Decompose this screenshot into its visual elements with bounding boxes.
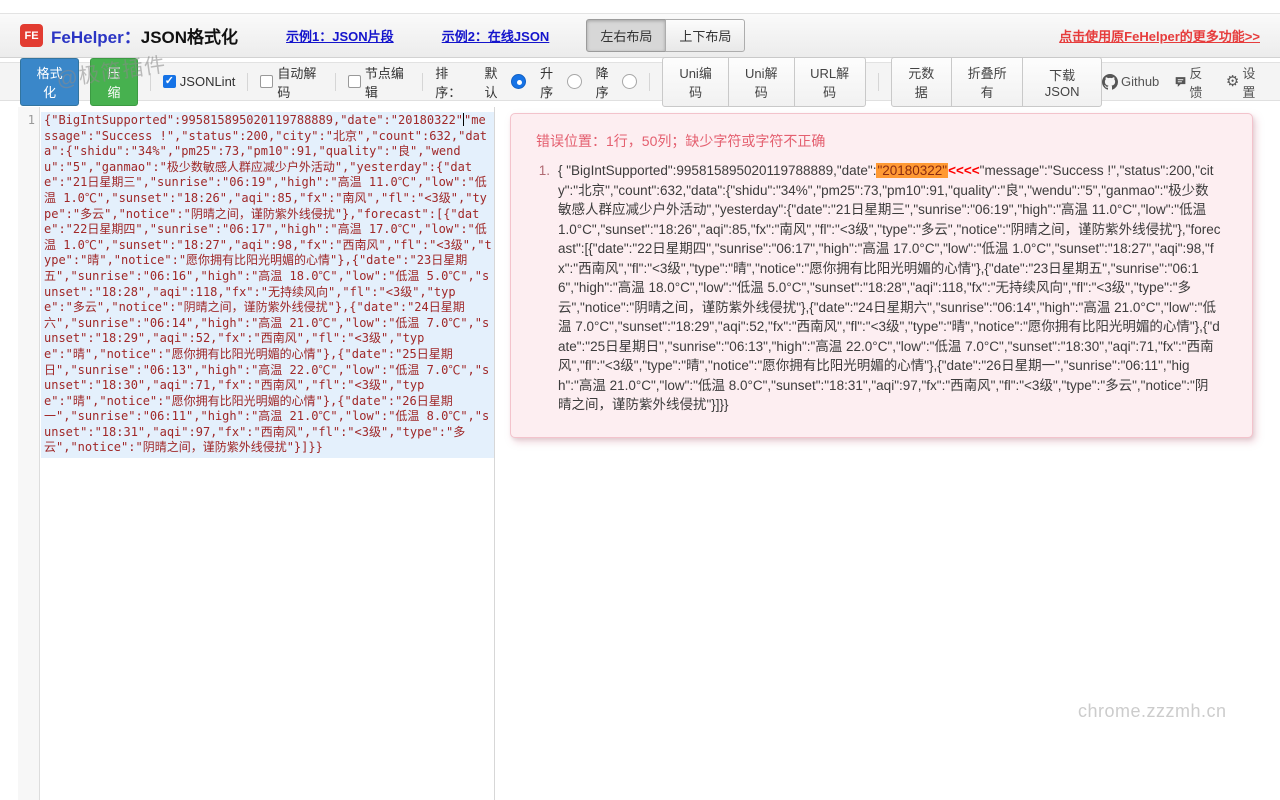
feedback-label: 反馈 <box>1189 63 1210 101</box>
sort-asc-label: 升序 <box>540 63 562 101</box>
divider <box>335 73 336 91</box>
editor-code-area[interactable]: {"BigIntSupported":995815895020119788889… <box>41 107 494 458</box>
error-item-number: 1. <box>536 161 558 415</box>
uni-encode-button[interactable]: Uni编码 <box>662 57 729 107</box>
divider <box>649 73 650 91</box>
feedback-link[interactable]: 反馈 <box>1175 63 1210 101</box>
code-before-cursor: {"BigIntSupported":995815895020119788889… <box>44 113 463 127</box>
layout-toggle-group: 左右布局 上下布局 <box>587 19 745 52</box>
github-icon <box>1102 74 1118 90</box>
encode-button-group: Uni编码 Uni解码 URL解码 <box>662 57 865 107</box>
fehelper-logo-icon: FE <box>20 24 43 47</box>
example2-link[interactable]: 示例2：在线JSON <box>442 26 550 45</box>
sort-default-radio[interactable]: 默认 <box>484 63 526 101</box>
metadata-button[interactable]: 元数据 <box>891 57 952 107</box>
sort-label: 排序： <box>435 63 470 101</box>
error-suffix: "message":"Success !","status":200,"city… <box>558 163 1220 412</box>
tools-button-group: 元数据 折叠所有 下载JSON <box>891 57 1102 107</box>
checkbox-unchecked-icon <box>348 75 361 88</box>
url-decode-button[interactable]: URL解码 <box>794 57 866 107</box>
collapse-all-button[interactable]: 折叠所有 <box>951 57 1023 107</box>
layout-top-bottom-button[interactable]: 上下布局 <box>665 19 745 52</box>
error-list-item: 1. { "BigIntSupported":99581589502011978… <box>536 161 1227 415</box>
toolbar: 格式化 压缩 JSONLint 自动解码 节点编辑 排序： 默认 升序 降序 U… <box>0 62 1280 101</box>
error-marker: <<<< <box>948 163 980 178</box>
settings-label: 设置 <box>1242 63 1260 101</box>
node-edit-checkbox[interactable]: 节点编辑 <box>348 63 410 101</box>
error-prefix: { "BigIntSupported":99581589502011978888… <box>558 163 876 178</box>
gear-icon: ⚙ <box>1226 74 1239 89</box>
checkbox-checked-icon <box>163 75 176 88</box>
download-json-button[interactable]: 下载JSON <box>1022 57 1102 107</box>
code-after-cursor: "message":"Success !","status":200,"city… <box>44 113 492 454</box>
checkbox-unchecked-icon <box>260 75 273 88</box>
line-number: 1 <box>18 107 39 129</box>
radio-selected-icon <box>511 74 526 89</box>
settings-link[interactable]: ⚙ 设置 <box>1226 63 1260 101</box>
github-link[interactable]: Github <box>1102 74 1159 90</box>
toolbar-right-cluster: Github 反馈 ⚙ 设置 <box>1102 63 1260 101</box>
auto-decode-label: 自动解码 <box>277 63 322 101</box>
page-title: JSON格式化 <box>141 23 238 48</box>
sort-default-label: 默认 <box>484 63 506 101</box>
header-bar: FE FeHelper： JSON格式化 示例1：JSON片段 示例2：在线JS… <box>0 13 1280 58</box>
radio-unselected-icon <box>622 74 637 89</box>
divider <box>878 73 879 91</box>
auto-decode-checkbox[interactable]: 自动解码 <box>260 63 322 101</box>
node-edit-label: 节点编辑 <box>365 63 410 101</box>
result-panel: 错误位置：1行，50列；缺少字符或字符不正确 1. { "BigIntSuppo… <box>496 107 1280 800</box>
error-position-title: 错误位置：1行，50列；缺少字符或字符不正确 <box>536 131 1227 151</box>
error-json-text: { "BigIntSupported":99581589502011978888… <box>558 161 1221 415</box>
github-label: Github <box>1121 74 1159 89</box>
json-source-editor[interactable]: 1 {"BigIntSupported":9958158950201197888… <box>18 107 495 800</box>
sort-desc-radio[interactable]: 降序 <box>596 63 638 101</box>
app-name: FeHelper： <box>51 23 141 48</box>
json-error-box: 错误位置：1行，50列；缺少字符或字符不正确 1. { "BigIntSuppo… <box>510 113 1253 438</box>
compress-button[interactable]: 压缩 <box>90 58 138 106</box>
feedback-icon <box>1175 75 1186 89</box>
error-highlight: "20180322" <box>876 163 948 178</box>
radio-unselected-icon <box>567 74 582 89</box>
sort-asc-radio[interactable]: 升序 <box>540 63 582 101</box>
divider <box>247 73 248 91</box>
editor-gutter: 1 <box>18 107 40 800</box>
divider <box>422 73 423 91</box>
format-button[interactable]: 格式化 <box>20 58 79 106</box>
layout-left-right-button[interactable]: 左右布局 <box>586 19 666 52</box>
sort-desc-label: 降序 <box>596 63 618 101</box>
example1-link[interactable]: 示例1：JSON片段 <box>286 26 394 45</box>
divider <box>150 73 151 91</box>
jsonlint-checkbox[interactable]: JSONLint <box>163 74 236 89</box>
active-code-line[interactable]: {"BigIntSupported":995815895020119788889… <box>41 112 494 458</box>
jsonlint-label: JSONLint <box>180 74 236 89</box>
uni-decode-button[interactable]: Uni解码 <box>728 57 795 107</box>
more-features-link[interactable]: 点击使用原FeHelper的更多功能>> <box>1059 26 1260 45</box>
